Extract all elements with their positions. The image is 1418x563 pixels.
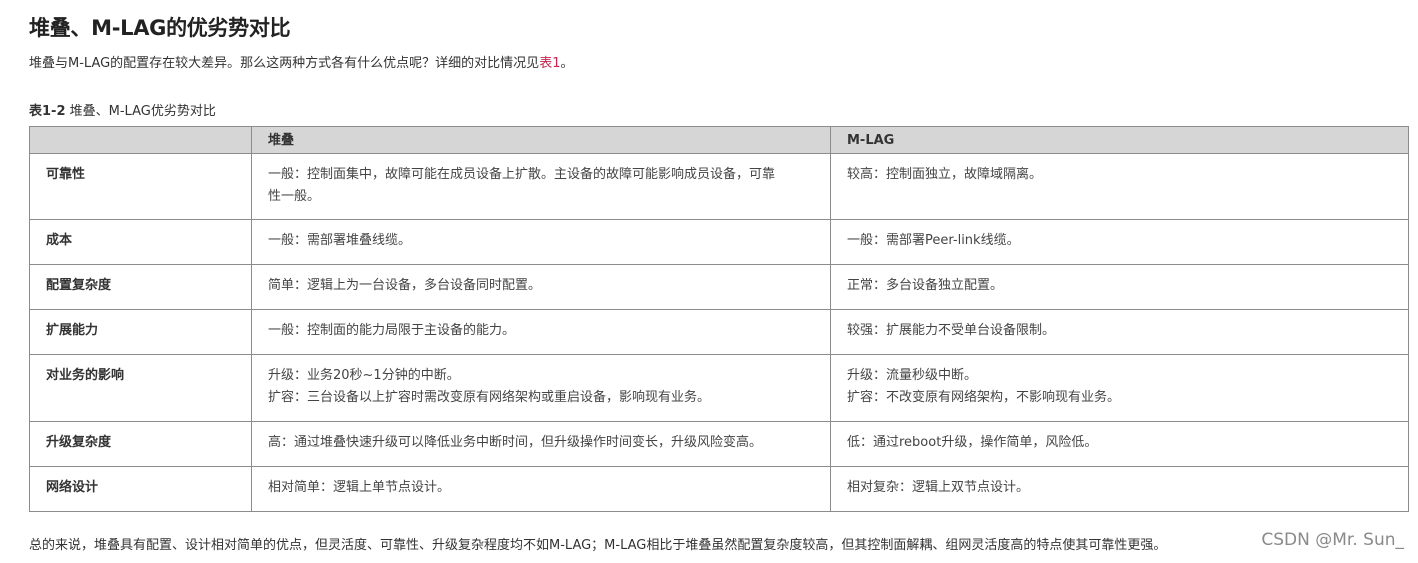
cell-line: 相对复杂：逻辑上双节点设计。 [847, 480, 1030, 495]
mlag-cell: 较强：扩展能力不受单台设备限制。 [830, 309, 1409, 355]
cell-line: 低：通过reboot升级，操作简单，风险低。 [847, 435, 1098, 450]
stack-cell: 升级：业务20秒~1分钟的中断。扩容：三台设备以上扩容时需改变原有网络架构或重启… [251, 354, 831, 422]
row-aspect: 可靠性 [29, 153, 252, 220]
page-title: 堆叠、M-LAG的优劣势对比 [29, 16, 291, 40]
cell-line: 较高：控制面独立，故障域隔离。 [847, 167, 1043, 182]
table-row: 成本 一般：需部署堆叠线缆。 一般：需部署Peer-link线缆。 [29, 219, 1409, 265]
cell-line: 升级：业务20秒~1分钟的中断。 [268, 368, 460, 383]
csdn-watermark: CSDN @Mr. Sun_ [1261, 530, 1404, 550]
row-aspect: 扩展能力 [29, 309, 252, 355]
mlag-cell: 相对复杂：逻辑上双节点设计。 [830, 466, 1409, 512]
row-aspect: 配置复杂度 [29, 264, 252, 310]
header-aspect [29, 126, 252, 154]
mlag-cell: 一般：需部署Peer-link线缆。 [830, 219, 1409, 265]
stack-cell: 一般：控制面集中，故障可能在成员设备上扩散。主设备的故障可能影响成员设备，可靠性… [251, 153, 831, 220]
mlag-cell: 较高：控制面独立，故障域隔离。 [830, 153, 1409, 220]
table-row: 配置复杂度 简单：逻辑上为一台设备，多台设备同时配置。 正常：多台设备独立配置。 [29, 264, 1409, 310]
comparison-table: 堆叠 M-LAG 可靠性 一般：控制面集中，故障可能在成员设备上扩散。主设备的故… [29, 126, 1409, 512]
summary-paragraph: 总的来说，堆叠具有配置、设计相对简单的优点，但灵活度、可靠性、升级复杂程度均不如… [29, 538, 1167, 553]
row-aspect: 升级复杂度 [29, 421, 252, 467]
cell-line: 一般：需部署堆叠线缆。 [268, 233, 412, 248]
header-mlag: M-LAG [830, 126, 1409, 154]
cell-line: 正常：多台设备独立配置。 [847, 278, 1004, 293]
cell-line: 一般：控制面集中，故障可能在成员设备上扩散。主设备的故障可能影响成员设备，可靠 [268, 167, 776, 182]
caption-text: 堆叠、M-LAG优劣势对比 [65, 104, 216, 119]
header-stack: 堆叠 [251, 126, 831, 154]
table-row: 扩展能力 一般：控制面的能力局限于主设备的能力。 较强：扩展能力不受单台设备限制… [29, 309, 1409, 355]
row-aspect: 对业务的影响 [29, 354, 252, 422]
table-row: 升级复杂度 高：通过堆叠快速升级可以降低业务中断时间，但升级操作时间变长，升级风… [29, 421, 1409, 467]
cell-line: 相对简单：逻辑上单节点设计。 [268, 480, 451, 495]
stack-cell: 高：通过堆叠快速升级可以降低业务中断时间，但升级操作时间变长，升级风险变高。 [251, 421, 831, 467]
cell-line: 一般：需部署Peer-link线缆。 [847, 233, 1020, 248]
cell-line: 扩容：不改变原有网络架构，不影响现有业务。 [847, 390, 1121, 405]
cell-line: 高：通过堆叠快速升级可以降低业务中断时间，但升级操作时间变长，升级风险变高。 [268, 435, 763, 450]
table-link[interactable]: 表1 [539, 56, 560, 71]
cell-line: 一般：控制面的能力局限于主设备的能力。 [268, 323, 516, 338]
cell-line: 升级：流量秒级中断。 [847, 368, 978, 383]
stack-cell: 简单：逻辑上为一台设备，多台设备同时配置。 [251, 264, 831, 310]
table-row: 网络设计 相对简单：逻辑上单节点设计。 相对复杂：逻辑上双节点设计。 [29, 466, 1409, 512]
intro-paragraph: 堆叠与M-LAG的配置存在较大差异。那么这两种方式各有什么优点呢？详细的对比情况… [29, 52, 573, 71]
table-header-row: 堆叠 M-LAG [29, 126, 1409, 154]
stack-cell: 一般：需部署堆叠线缆。 [251, 219, 831, 265]
table-caption: 表1-2 堆叠、M-LAG优劣势对比 [29, 100, 216, 119]
row-aspect: 成本 [29, 219, 252, 265]
stack-cell: 相对简单：逻辑上单节点设计。 [251, 466, 831, 512]
cell-line: 较强：扩展能力不受单台设备限制。 [847, 323, 1056, 338]
table-row: 对业务的影响 升级：业务20秒~1分钟的中断。扩容：三台设备以上扩容时需改变原有… [29, 354, 1409, 422]
cell-line: 简单：逻辑上为一台设备，多台设备同时配置。 [268, 278, 542, 293]
intro-end: 。 [560, 56, 574, 71]
mlag-cell: 升级：流量秒级中断。扩容：不改变原有网络架构，不影响现有业务。 [830, 354, 1409, 422]
cell-line: 性一般。 [268, 189, 321, 204]
table-row: 可靠性 一般：控制面集中，故障可能在成员设备上扩散。主设备的故障可能影响成员设备… [29, 153, 1409, 220]
caption-label: 表1-2 [29, 104, 66, 119]
mlag-cell: 低：通过reboot升级，操作简单，风险低。 [830, 421, 1409, 467]
stack-cell: 一般：控制面的能力局限于主设备的能力。 [251, 309, 831, 355]
mlag-cell: 正常：多台设备独立配置。 [830, 264, 1409, 310]
cell-line: 扩容：三台设备以上扩容时需改变原有网络架构或重启设备，影响现有业务。 [268, 390, 711, 405]
row-aspect: 网络设计 [29, 466, 252, 512]
intro-text: 堆叠与M-LAG的配置存在较大差异。那么这两种方式各有什么优点呢？详细的对比情况… [29, 56, 540, 71]
